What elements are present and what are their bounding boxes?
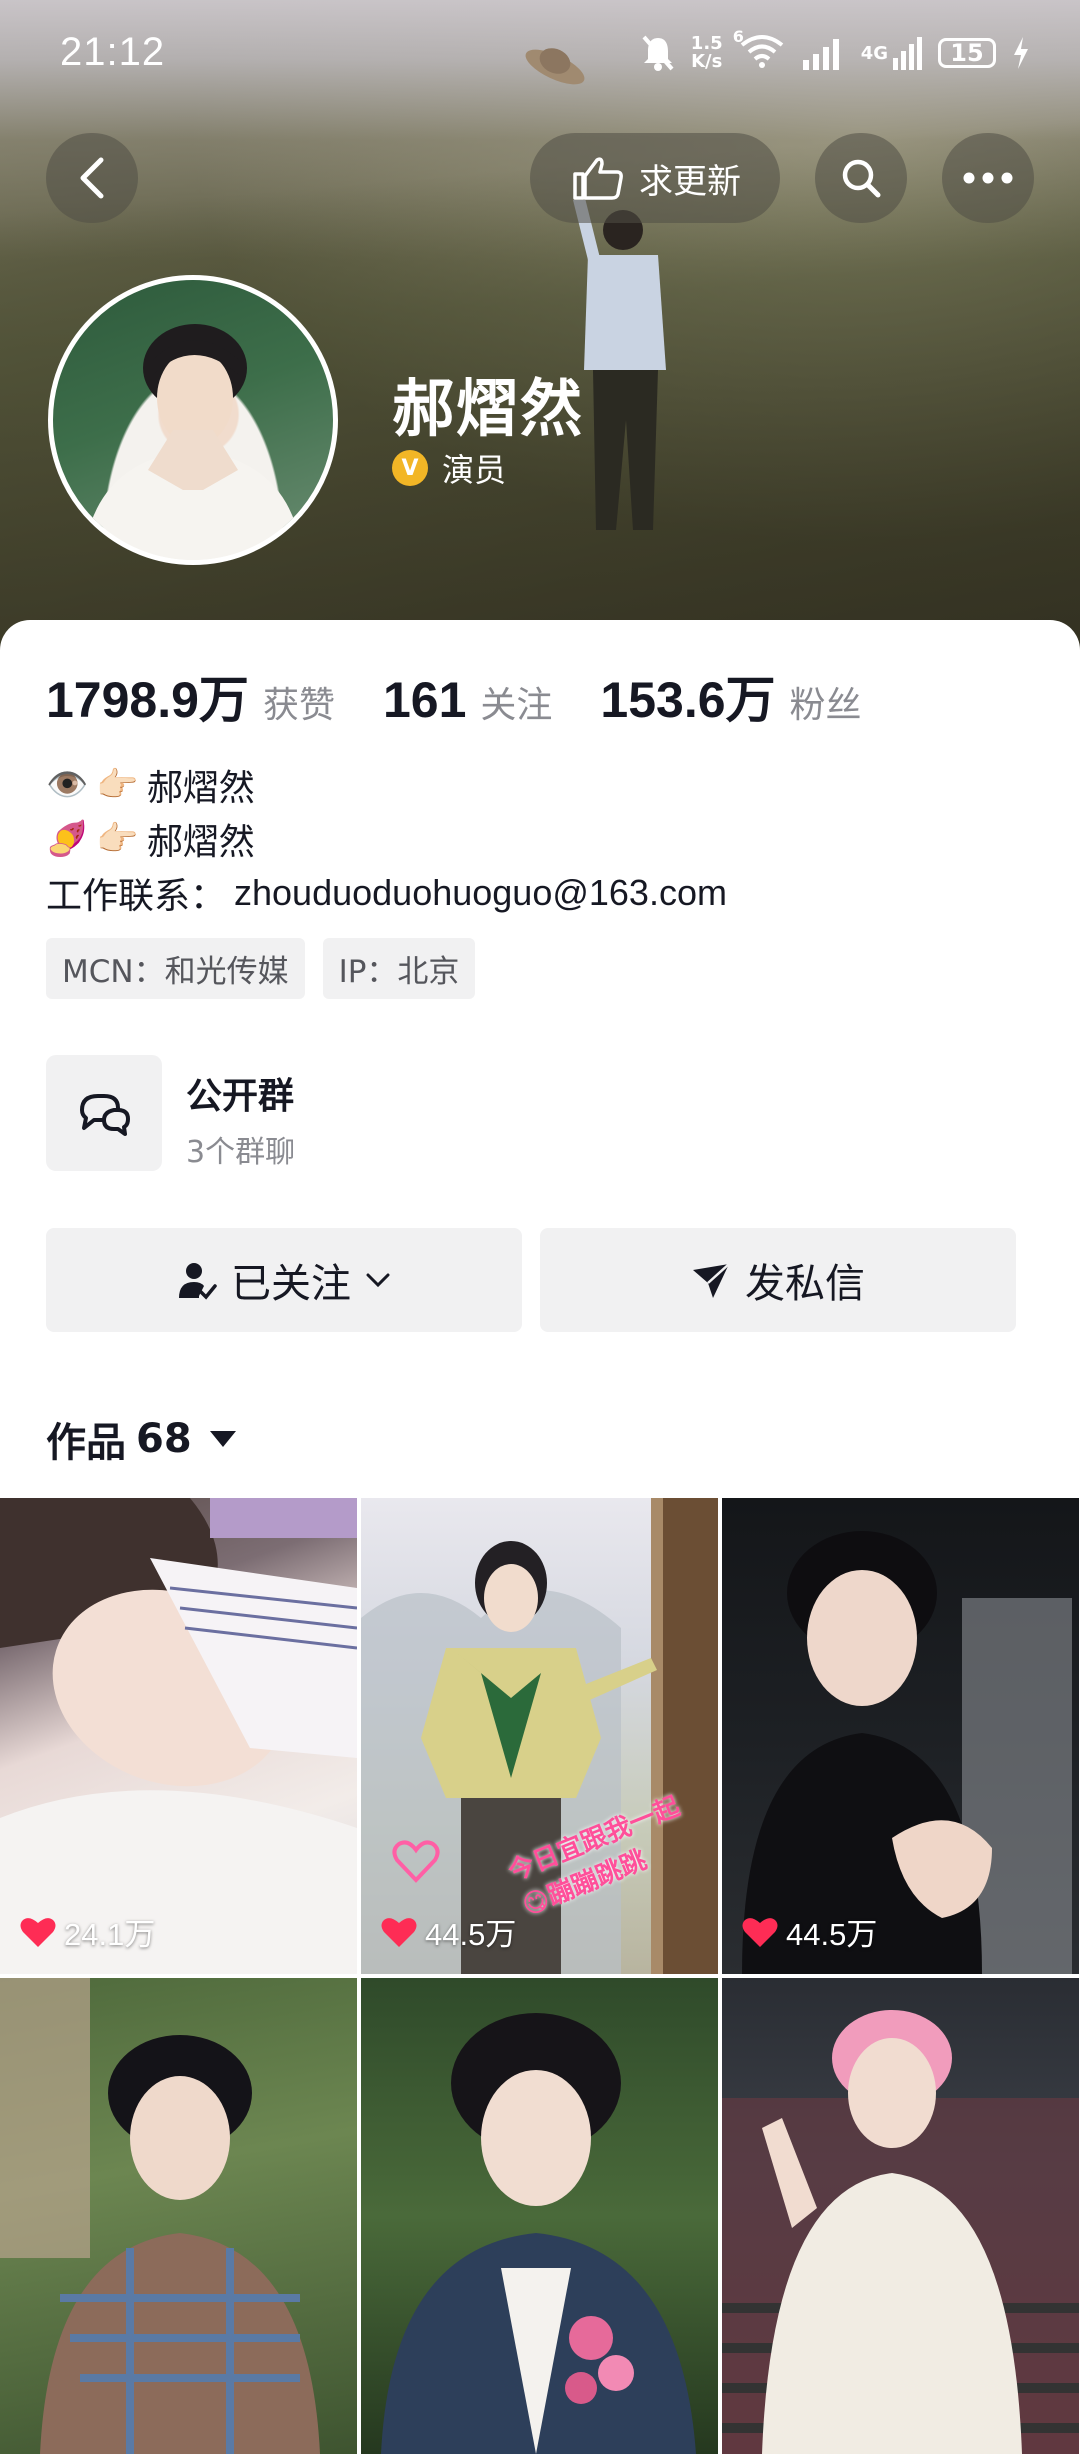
- cell-label: 4G: [860, 42, 888, 64]
- signal-icon: [802, 39, 839, 70]
- group-count: 3个群聊: [186, 1135, 296, 1170]
- avatar-portrait: [83, 324, 303, 560]
- battery-icon: 15: [938, 38, 996, 68]
- stat-followers-value: 153.6万: [600, 672, 776, 728]
- video-thumbnail: [0, 1978, 320, 2454]
- pointing-emoji-icon: 👉🏻: [96, 765, 139, 805]
- bio: 👁️ 👉🏻 郝熠然 🍠 👉🏻 郝熠然 工作联系： zhouduoduohuogu…: [46, 758, 727, 920]
- battery-level: 15: [950, 39, 984, 67]
- heart-icon: [381, 1917, 417, 1947]
- video-tile[interactable]: 44.5万: [722, 1498, 1079, 1974]
- heart-icon: [742, 1917, 778, 1947]
- group-chat-icon: [46, 1055, 162, 1171]
- wifi-badge: 6: [732, 27, 744, 46]
- pointing-emoji-icon: 👉🏻: [96, 819, 139, 859]
- user-check-icon: [179, 1263, 217, 1300]
- verification-label: 演员: [442, 451, 507, 489]
- bio-line: 👁️ 👉🏻 郝熠然: [46, 758, 727, 812]
- video-tile[interactable]: 24.1万: [0, 1498, 357, 1974]
- cell-indicator: 4G: [861, 36, 922, 70]
- search-icon: [842, 159, 881, 198]
- followed-label: 已关注: [231, 1261, 351, 1307]
- stat-following[interactable]: 161 关注: [383, 671, 552, 729]
- works-tab[interactable]: 作品 68: [46, 1410, 236, 1468]
- followed-button[interactable]: 已关注: [46, 1228, 522, 1332]
- send-message-label: 发私信: [745, 1261, 865, 1307]
- chevron-left-icon: [80, 157, 104, 199]
- video-tile[interactable]: [361, 1978, 718, 2454]
- status-icons: 1.5 K/s 6 4G 15: [641, 27, 1030, 78]
- verified-badge-letter: V: [401, 455, 419, 481]
- stat-following-label: 关注: [480, 685, 553, 726]
- like-count-value: 44.5万: [425, 1917, 517, 1952]
- net-speed: 1.5 K/s: [691, 35, 723, 71]
- bio-line-text: 郝熠然: [146, 768, 255, 809]
- signal-2-icon: [893, 37, 922, 70]
- bio-line-text: 郝熠然: [146, 822, 255, 863]
- stat-likes-label: 获赞: [262, 685, 335, 726]
- caret-down-icon: [209, 1431, 236, 1447]
- sweet-potato-emoji-icon: 🍠: [46, 819, 89, 859]
- profile-sheet: 1798.9万 获赞 161 关注 153.6万 粉丝 👁️ 👉🏻 郝熠然 🍠 …: [0, 620, 1080, 2454]
- pointing-hand-icon: [573, 157, 623, 200]
- video-thumbnail: [381, 2013, 696, 2454]
- contact-line: 工作联系： zhouduoduohuoguo@163.com: [46, 866, 727, 920]
- contact-email[interactable]: zhouduoduohuoguo@163.com: [234, 872, 727, 914]
- video-thumbnail: [722, 2010, 1079, 2454]
- mcn-tag[interactable]: MCN：和光传媒: [46, 938, 305, 999]
- works-count: 68: [136, 1416, 192, 1462]
- more-dots-icon: [963, 172, 1013, 184]
- profile-tags: MCN：和光传媒 IP：北京: [46, 938, 476, 999]
- public-group-entry[interactable]: 公开群 3个群聊: [46, 1055, 1046, 1173]
- stat-likes: 1798.9万 获赞: [46, 660, 335, 732]
- request-update-label: 求更新: [639, 161, 741, 202]
- send-message-button[interactable]: 发私信: [540, 1228, 1016, 1332]
- search-button[interactable]: [815, 133, 907, 223]
- back-button[interactable]: [46, 133, 138, 223]
- charging-bolt-icon: [1014, 37, 1028, 69]
- group-title: 公开群: [186, 1076, 295, 1117]
- contact-label: 工作联系：: [46, 876, 227, 917]
- like-count-value: 24.1万: [64, 1917, 156, 1952]
- net-speed-unit: K/s: [691, 51, 723, 72]
- like-count: 44.5万: [381, 1909, 516, 1954]
- mute-bell-icon: [642, 35, 674, 71]
- stat-likes-value: 1798.9万: [46, 672, 249, 728]
- video-tile[interactable]: [0, 1978, 357, 2454]
- verification-row: V 演员: [392, 445, 506, 491]
- ip-location-tag: IP：北京: [322, 938, 476, 999]
- heart-icon: [20, 1917, 56, 1947]
- like-count: 44.5万: [742, 1909, 877, 1954]
- status-bar: 21:12 1.5 K/s 6 4G 15: [0, 0, 1080, 105]
- paper-plane-icon: [693, 1263, 730, 1298]
- verified-badge-icon: V: [392, 450, 428, 486]
- more-options-button[interactable]: [942, 133, 1034, 223]
- works-label: 作品: [46, 1420, 126, 1466]
- stat-followers-label: 粉丝: [789, 685, 862, 726]
- video-thumbnail: [0, 1498, 357, 1974]
- request-update-button[interactable]: 求更新: [530, 133, 780, 223]
- like-count: 24.1万: [20, 1909, 155, 1954]
- bio-line: 🍠 👉🏻 郝熠然: [46, 812, 727, 866]
- wifi-icon: [740, 35, 783, 68]
- heart-sticker-icon: [392, 1840, 440, 1883]
- eye-emoji-icon: 👁️: [46, 765, 89, 805]
- profile-avatar[interactable]: [48, 275, 338, 565]
- video-tile[interactable]: [722, 1978, 1079, 2454]
- like-count-value: 44.5万: [786, 1917, 878, 1952]
- stat-followers[interactable]: 153.6万 粉丝: [600, 660, 861, 732]
- status-time: 21:12: [60, 30, 166, 74]
- chat-bubbles-icon: [80, 1094, 130, 1136]
- chevron-down-icon: [366, 1273, 390, 1288]
- wifi-indicator: 6: [733, 27, 785, 73]
- video-thumbnail: [742, 1531, 1072, 1974]
- profile-name: 郝熠然: [392, 372, 585, 445]
- stats-row: 1798.9万 获赞 161 关注 153.6万 粉丝: [46, 660, 910, 732]
- stat-following-value: 161: [382, 672, 467, 728]
- video-tile[interactable]: 今日宜跟我一起😋蹦蹦跳跳 44.5万: [361, 1498, 718, 1974]
